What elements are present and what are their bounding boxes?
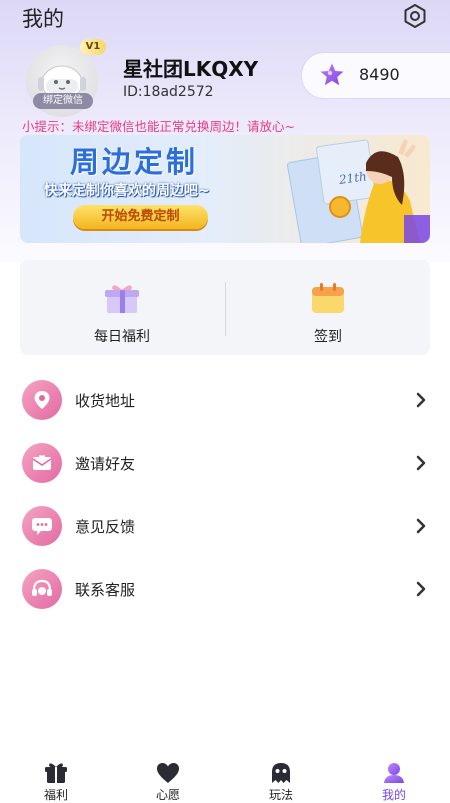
menu-item-label: 收货地址 (75, 392, 136, 410)
user-id: ID:18ad2572 (123, 84, 214, 100)
banner-subtitle: 快来定制你喜欢的周边吧~ (44, 183, 210, 199)
user-icon (384, 763, 404, 783)
menu-item-invite[interactable]: 邀请好友 (22, 443, 432, 483)
headset-icon (22, 569, 62, 609)
menu-item-customer-service[interactable]: 联系客服 (22, 569, 432, 609)
chevron-right-icon (416, 455, 426, 471)
chat-icon (22, 506, 62, 546)
check-in-label: 签到 (314, 329, 342, 345)
tab-label: 心愿 (155, 788, 180, 802)
location-icon (22, 380, 62, 420)
customize-banner[interactable]: 周边定制 快来定制你喜欢的周边吧~ 开始免费定制 21th (20, 135, 430, 243)
gift-icon (105, 285, 139, 313)
calendar-icon (312, 283, 344, 313)
gift-icon (45, 763, 67, 783)
start-customize-button[interactable]: 开始免费定制 (73, 205, 208, 229)
tab-label: 福利 (43, 788, 68, 802)
tab-label: 我的 (381, 788, 406, 802)
check-in-button[interactable]: 签到 (226, 260, 430, 355)
menu-item-label: 意见反馈 (75, 518, 136, 536)
chevron-right-icon (416, 518, 426, 534)
daily-welfare-label: 每日福利 (94, 329, 150, 345)
chevron-right-icon (416, 581, 426, 597)
bind-tip-text: 小提示：未绑定微信也能正常兑换周边！请放心~ (22, 119, 295, 134)
vip-level-badge: V1 (80, 39, 106, 55)
tab-mine[interactable]: 我的 (338, 752, 450, 802)
points-card[interactable]: 8490 (302, 53, 450, 98)
menu-item-address[interactable]: 收货地址 (22, 380, 432, 420)
menu-item-feedback[interactable]: 意见反馈 (22, 506, 432, 546)
username: 星社团LKQXY (123, 57, 259, 81)
banner-illustration: 21th (286, 139, 430, 243)
ghost-icon (272, 763, 290, 783)
tab-wish[interactable]: 心愿 (112, 752, 224, 802)
menu-item-label: 联系客服 (75, 581, 136, 599)
menu-item-label: 邀请好友 (75, 455, 136, 473)
settings-icon[interactable] (402, 3, 428, 29)
bottom-nav: 福利 心愿 玩法 我的 (0, 752, 450, 802)
banner-title: 周边定制 (70, 145, 199, 179)
chevron-right-icon (416, 392, 426, 408)
bind-wechat-badge[interactable]: 绑定微信 (33, 93, 93, 109)
mail-icon (22, 443, 62, 483)
points-value: 8490 (359, 65, 400, 84)
page-title: 我的 (22, 7, 64, 31)
tab-welfare[interactable]: 福利 (0, 752, 112, 802)
tab-label: 玩法 (268, 788, 293, 802)
tab-play[interactable]: 玩法 (225, 752, 337, 802)
quick-actions-card: 每日福利 签到 (20, 260, 430, 355)
star-icon (320, 63, 344, 86)
heart-icon (157, 763, 179, 783)
daily-welfare-button[interactable]: 每日福利 (20, 260, 224, 355)
